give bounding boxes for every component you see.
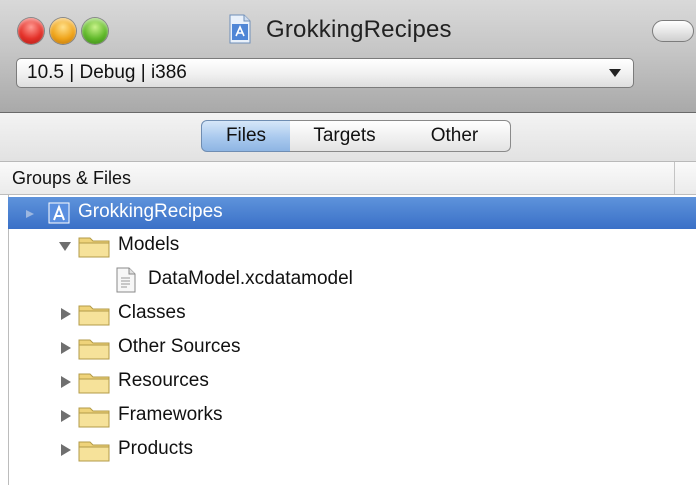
outline-item-label: Frameworks xyxy=(118,404,223,425)
outline-item-label: GrokkingRecipes xyxy=(78,201,223,222)
active-configuration-popup[interactable]: 10.5 | Debug | i386 xyxy=(16,58,634,88)
outline-row-resources[interactable]: Resources xyxy=(8,366,696,398)
xcode-project-icon xyxy=(229,14,251,44)
folder-icon xyxy=(78,305,110,326)
outline-row-products[interactable]: Products xyxy=(8,434,696,466)
disclosure-expanded-icon[interactable] xyxy=(58,240,72,252)
window-titlebar: GrokkingRecipes 10.5 | Debug | i386 xyxy=(0,0,696,113)
window-title: GrokkingRecipes xyxy=(266,16,452,43)
folder-icon xyxy=(78,441,110,462)
outline-item-label: Products xyxy=(118,438,193,459)
outline-row-other-sources[interactable]: Other Sources xyxy=(8,332,696,364)
minimize-window-button[interactable] xyxy=(50,18,76,44)
outline-row-project[interactable]: GrokkingRecipes xyxy=(8,197,696,229)
outline-item-label: Other Sources xyxy=(118,336,241,357)
outline-row-datamodel[interactable]: DataModel.xcdatamodel xyxy=(8,264,696,296)
folder-icon xyxy=(78,237,110,258)
folder-icon xyxy=(78,373,110,394)
folder-icon xyxy=(78,339,110,360)
disclosure-triangle-icon[interactable] xyxy=(60,409,72,423)
disclosure-triangle-icon[interactable] xyxy=(60,443,72,457)
outline-item-label: Resources xyxy=(118,370,209,391)
column-divider xyxy=(674,162,675,194)
toolbar-toggle-button[interactable] xyxy=(652,20,694,42)
groups-files-column-header[interactable]: Groups & Files xyxy=(0,162,696,195)
zoom-window-button[interactable] xyxy=(82,18,108,44)
tab-files[interactable]: Files xyxy=(201,120,291,152)
disclosure-triangle-icon[interactable] xyxy=(60,341,72,355)
tab-targets[interactable]: Targets xyxy=(290,120,400,152)
outline-row-models[interactable]: Models xyxy=(8,230,696,262)
outline-item-label: DataModel.xcdatamodel xyxy=(148,268,353,289)
tab-other[interactable]: Other xyxy=(399,120,511,152)
outline-row-classes[interactable]: Classes xyxy=(8,298,696,330)
outline-item-label: Classes xyxy=(118,302,186,323)
disclosure-triangle-icon[interactable] xyxy=(24,208,36,220)
chevron-down-icon xyxy=(609,69,621,77)
outline-item-label: Models xyxy=(118,234,180,255)
folder-icon xyxy=(78,407,110,428)
disclosure-triangle-icon[interactable] xyxy=(60,307,72,321)
disclosure-triangle-icon[interactable] xyxy=(60,375,72,389)
file-icon xyxy=(116,267,136,293)
close-window-button[interactable] xyxy=(18,18,44,44)
active-configuration-label: 10.5 | Debug | i386 xyxy=(27,62,187,83)
xcode-project-icon xyxy=(48,202,70,224)
column-header-label: Groups & Files xyxy=(12,168,132,188)
outline-row-frameworks[interactable]: Frameworks xyxy=(8,400,696,432)
